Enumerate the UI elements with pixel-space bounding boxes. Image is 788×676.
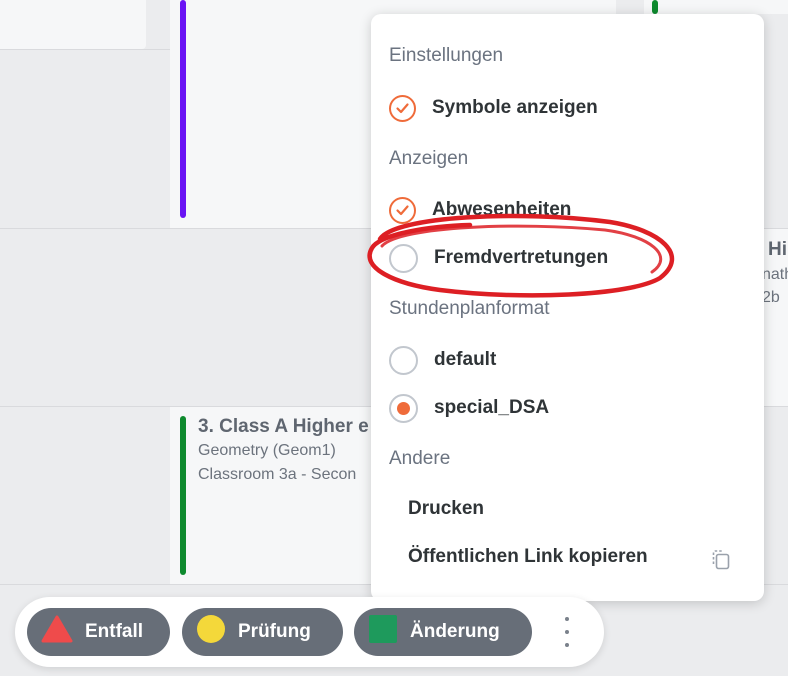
format-option-label: special_DSA [434,397,550,418]
lesson-color-bar-purple [180,0,186,218]
menu-item-absences[interactable]: Abwesenheiten [389,192,571,228]
radio-unselected-icon[interactable] [389,345,418,375]
radio-selected-icon[interactable] [389,393,418,423]
copy-public-link-menu-item[interactable]: Öffentlichen Link kopieren [408,546,648,568]
format-option-special-dsa[interactable]: special_DSA [389,390,549,426]
checkbox-checked-icon[interactable] [389,94,416,122]
lesson-title: 3. Class A Higher e [198,416,369,437]
menu-item-external-substitutions[interactable]: Fremdvertretungen [389,240,608,276]
menu-item-label: Symbole anzeigen [432,97,598,118]
menu-item-show-symbols[interactable]: Symbole anzeigen [389,90,598,126]
lesson-title: Hi [768,239,787,260]
legend-cancelled-label: Entfall [85,621,144,642]
row-divider [0,49,170,50]
copy-icon[interactable] [709,548,733,572]
legend-change-pill[interactable]: Änderung [354,608,532,656]
format-option-default[interactable]: default [389,342,496,378]
checkbox-unchecked-icon[interactable] [389,243,418,273]
legend-cancelled-pill[interactable]: Entfall [27,608,170,656]
lesson-subject: Geometry (Geom1) [198,442,336,459]
lesson-color-bar-green-top [652,0,658,14]
legend-exam-pill[interactable]: Prüfung [182,608,343,656]
checkbox-checked-icon[interactable] [389,196,416,224]
lesson-color-bar-green [180,416,186,575]
menu-item-label: Fremdvertretungen [434,247,609,268]
lesson-room: Classroom 3a - Secon [198,466,357,483]
lesson-card-top-right[interactable] [644,0,788,14]
lesson-subject: nath [762,266,788,283]
top-left-card [0,0,146,49]
legend-exam-label: Prüfung [238,621,311,642]
options-menu: Einstellungen Symbole anzeigen Anzeigen … [371,14,764,601]
lesson-room: 2b [762,289,780,306]
menu-item-label: Abwesenheiten [432,199,572,220]
section-settings-header: Einstellungen [389,45,504,66]
format-option-label: default [434,349,497,370]
legend-change-label: Änderung [410,621,500,642]
section-format-header: Stundenplanformat [389,298,550,319]
print-menu-item[interactable]: Drucken [408,498,484,520]
warning-triangle-icon [41,615,73,649]
section-display-header: Anzeigen [389,148,469,169]
more-vertical-icon[interactable] [563,617,571,647]
yellow-circle-icon [196,614,226,650]
lesson-card-geometry-text: 3. Class A Higher e Geometry (Geom1) Cla… [198,414,372,494]
section-other-header: Andere [389,448,451,469]
green-square-icon [368,614,398,650]
legend-bar: Entfall Prüfung Änderung [15,597,604,667]
